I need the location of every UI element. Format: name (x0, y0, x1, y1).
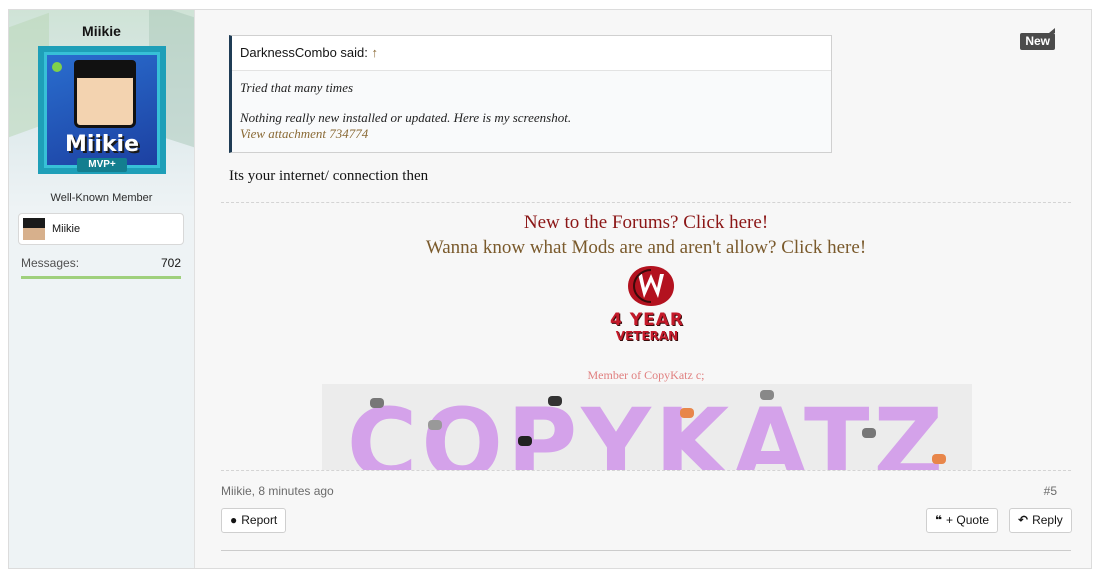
post-number-link[interactable]: #5 (1044, 484, 1057, 498)
report-button[interactable]: ● Report (221, 508, 287, 533)
veteran-label: VETERAN (615, 329, 679, 343)
messages-label: Messages: (21, 256, 80, 270)
cat-icon (680, 408, 694, 418)
cat-icon (428, 420, 442, 430)
minecraft-head-icon (23, 218, 45, 240)
reply-button[interactable]: ↶ Reply (1009, 508, 1072, 533)
user-sidebar: Miikie Miikie MVP+ Well-Known Member Mii… (9, 10, 195, 568)
avatar[interactable]: Miikie MVP+ (38, 46, 166, 174)
signature-forums-link[interactable]: New to the Forums? Click here! (221, 212, 1071, 234)
cat-icon (932, 454, 946, 464)
signature-divider (221, 202, 1071, 203)
post-meta[interactable]: Miikie, 8 minutes ago (221, 484, 334, 498)
post-bottom-border (221, 550, 1071, 551)
quote-line: Nothing really new installed or updated.… (240, 110, 572, 125)
quote-author[interactable]: DarknessCombo said: (240, 45, 368, 60)
avatar-rank-badge: MVP+ (77, 158, 127, 172)
online-indicator-icon (52, 62, 62, 72)
quote-block: DarknessCombo said: ↑ Tried that many ti… (229, 35, 832, 153)
cat-icon (518, 436, 532, 446)
user-stats: Messages: 702 (21, 256, 181, 279)
post-message: Its your internet/ connection then (229, 168, 429, 184)
quote-label: + Quote (946, 513, 990, 527)
footer-divider (221, 470, 1071, 471)
cat-icon (760, 390, 774, 400)
reply-label: Reply (1032, 513, 1063, 527)
reply-arrow-icon: ↶ (1018, 513, 1029, 527)
quote-header: DarknessCombo said: ↑ (232, 36, 831, 71)
veteran-badge: 4 YEAR VETERAN (577, 312, 717, 344)
jump-to-quote-icon[interactable]: ↑ (372, 45, 379, 60)
cat-icon (548, 396, 562, 406)
avatar-name-text: Miikie (64, 132, 140, 157)
member-of-text: Member of CopyKatz c; (587, 368, 705, 382)
report-label: Report (241, 513, 278, 527)
quote-button[interactable]: ❝ + Quote (926, 508, 999, 533)
messages-bar (21, 276, 181, 279)
quote-icon: ❝ (935, 513, 943, 527)
avatar-hat-icon (74, 60, 136, 78)
veteran-logo-icon (628, 266, 674, 306)
user-title: Well-Known Member (50, 192, 153, 204)
copykatz-banner: COPYKATZ (322, 384, 972, 470)
signature-mods-link[interactable]: Wanna know what Mods are and aren't allo… (221, 237, 1071, 259)
cat-icon (862, 428, 876, 438)
messages-count[interactable]: 702 (161, 256, 181, 270)
exclamation-circle-icon: ● (230, 513, 238, 527)
quote-line: Tried that many times (240, 80, 354, 95)
forum-post: Miikie Miikie MVP+ Well-Known Member Mii… (8, 9, 1092, 569)
attachment-link[interactable]: View attachment 734774 (240, 126, 823, 142)
veteran-years: 4 YEAR (610, 310, 684, 330)
quote-body: Tried that many times Nothing really new… (232, 71, 831, 142)
minecraft-profile-card[interactable]: Miikie (18, 213, 184, 245)
cat-icon (370, 398, 384, 408)
post-content: New DarknessCombo said: ↑ Tried that man… (207, 10, 1077, 568)
minecraft-username: Miikie (52, 223, 81, 235)
username-link[interactable]: Miikie (9, 23, 194, 39)
new-badge: New (1020, 28, 1055, 50)
